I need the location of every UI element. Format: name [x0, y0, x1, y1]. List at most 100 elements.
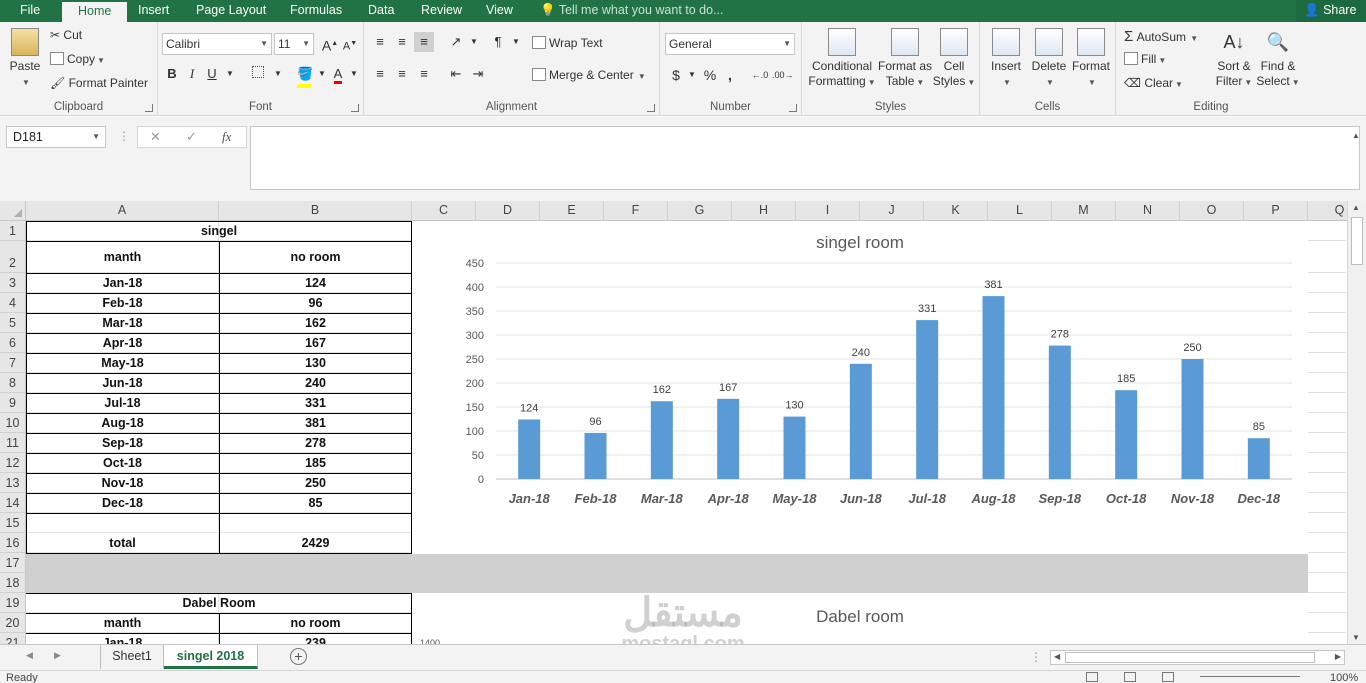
table2-cell-rooms[interactable]: 239 — [219, 633, 412, 644]
table1-title[interactable]: singel — [26, 221, 412, 241]
row-header-6[interactable]: 6 — [0, 333, 26, 353]
column-header-n[interactable]: N — [1116, 201, 1180, 221]
scroll-down-icon[interactable]: ▼ — [1352, 633, 1360, 642]
cell-styles-button[interactable]: Cell Styles ▼ — [932, 28, 976, 90]
tab-insert[interactable]: Insert — [138, 0, 169, 22]
paste-button[interactable]: Paste ▼ — [6, 28, 44, 90]
add-sheet-icon[interactable]: + — [290, 648, 307, 665]
currency-dropdown-icon[interactable]: ▼ — [682, 65, 702, 85]
tab-page-layout[interactable]: Page Layout — [196, 0, 266, 22]
sheet-tab-singel-2018[interactable]: singel 2018 — [164, 645, 258, 669]
increase-indent-icon[interactable]: ⇥ — [468, 64, 488, 84]
table1-cell-month[interactable]: Jan-18 — [26, 273, 219, 293]
table2-header-rooms[interactable]: no room — [219, 613, 412, 633]
row-header-10[interactable]: 10 — [0, 413, 26, 433]
find-select-button[interactable]: 🔍 Find & Select ▼ — [1256, 28, 1300, 90]
table1-cell-rooms[interactable]: 278 — [219, 433, 412, 453]
table1-cell-rooms[interactable]: 162 — [219, 313, 412, 333]
column-header-a[interactable]: A — [26, 201, 219, 221]
table1-cell-month[interactable]: May-18 — [26, 353, 219, 373]
worksheet-grid[interactable]: ABCDEFGHIJKLMNOPQ 1 2 3 4 5 6 7 8 9 10 11 12 13 14 15 1… — [0, 201, 1366, 644]
tab-review[interactable]: Review — [421, 0, 462, 22]
tab-data[interactable]: Data — [368, 0, 394, 22]
column-header-b[interactable]: B — [219, 201, 412, 221]
column-header-h[interactable]: H — [732, 201, 796, 221]
align-bottom-icon[interactable]: ≡ — [414, 32, 434, 52]
autosum-button[interactable]: Σ AutoSum ▼ — [1124, 28, 1198, 45]
table1-cell-month[interactable]: Jul-18 — [26, 393, 219, 413]
table1-cell-month[interactable]: Nov-18 — [26, 473, 219, 493]
table1-cell-month[interactable]: Oct-18 — [26, 453, 219, 473]
row-header-9[interactable]: 9 — [0, 393, 26, 413]
number-format-select[interactable]: General ▼ — [665, 33, 795, 55]
dabel-room-chart[interactable]: Dabel room 1400 — [412, 593, 1308, 644]
borders-icon[interactable] — [248, 64, 268, 84]
align-right-icon[interactable]: ≡ — [414, 64, 434, 84]
tab-file[interactable]: File — [20, 0, 40, 22]
singel-room-chart[interactable]: singel room 0 50 100 150 200 250 300 350 400 450 1… — [412, 221, 1308, 554]
column-header-p[interactable]: P — [1244, 201, 1308, 221]
table2-title[interactable]: Dabel Room — [26, 593, 412, 613]
row-header-1[interactable]: 1 — [0, 221, 26, 241]
row-header-18[interactable]: 18 — [0, 573, 26, 593]
comma-button[interactable]: , — [720, 65, 740, 85]
zoom-slider[interactable] — [1200, 676, 1300, 677]
orientation-icon[interactable]: ↗ — [446, 32, 466, 52]
tab-view[interactable]: View — [486, 0, 513, 22]
borders-dropdown-icon[interactable]: ▼ — [268, 64, 288, 84]
fill-color-icon[interactable]: 🪣 — [294, 64, 314, 88]
row-header-11[interactable]: 11 — [0, 433, 26, 453]
table2-header-month[interactable]: manth — [26, 613, 219, 633]
scroll-right-icon[interactable]: ▶ — [1335, 652, 1341, 661]
table1-cell-month[interactable]: Apr-18 — [26, 333, 219, 353]
insert-function-icon[interactable]: fx — [222, 129, 231, 145]
row-header-14[interactable]: 14 — [0, 493, 26, 513]
select-all-corner[interactable] — [0, 201, 26, 221]
resize-dots-icon[interactable]: ⋮ — [1030, 650, 1042, 664]
scroll-tabs-right-icon[interactable]: ▶ — [54, 650, 61, 661]
table1-cell-month[interactable]: Aug-18 — [26, 413, 219, 433]
paragraph-icon[interactable]: ¶ — [488, 32, 508, 52]
horizontal-scroll-thumb[interactable] — [1065, 652, 1315, 663]
scroll-up-icon[interactable]: ▲ — [1352, 203, 1360, 212]
format-as-table-button[interactable]: Format as Table ▼ — [878, 28, 932, 90]
table1-cell-rooms[interactable]: 331 — [219, 393, 412, 413]
zoom-level[interactable]: 100% — [1330, 672, 1358, 683]
table1-cell-month[interactable]: Sep-18 — [26, 433, 219, 453]
decrease-decimal-icon[interactable]: .00→ — [772, 65, 794, 85]
column-header-m[interactable]: M — [1052, 201, 1116, 221]
vertical-scroll-thumb[interactable] — [1351, 217, 1363, 265]
font-family-select[interactable]: Calibri ▼ — [162, 33, 272, 55]
column-header-f[interactable]: F — [604, 201, 668, 221]
alignment-launcher-icon[interactable] — [647, 104, 655, 112]
fill-button[interactable]: Fill ▼ — [1124, 52, 1166, 66]
formula-input[interactable] — [250, 126, 1360, 190]
row-header-16[interactable]: 16 — [0, 533, 26, 553]
percent-button[interactable]: % — [700, 65, 720, 85]
paragraph-dropdown-icon[interactable]: ▼ — [506, 32, 526, 52]
row-header-12[interactable]: 12 — [0, 453, 26, 473]
align-left-icon[interactable]: ≡ — [370, 64, 390, 84]
scroll-tabs-left-icon[interactable]: ◀ — [26, 650, 33, 661]
scroll-left-icon[interactable]: ◀ — [1054, 652, 1060, 661]
insert-cells-button[interactable]: Insert ▼ — [986, 28, 1026, 90]
column-header-k[interactable]: K — [924, 201, 988, 221]
column-header-i[interactable]: I — [796, 201, 860, 221]
clipboard-launcher-icon[interactable] — [145, 104, 153, 112]
table1-total-value[interactable]: 2429 — [219, 533, 412, 553]
decrease-indent-icon[interactable]: ⇤ — [446, 64, 466, 84]
row-header-19[interactable]: 19 — [0, 593, 26, 613]
column-header-c[interactable]: C — [412, 201, 476, 221]
table1-cell-rooms[interactable]: 381 — [219, 413, 412, 433]
clear-button[interactable]: ⌫ Clear ▼ — [1124, 76, 1183, 90]
format-painter-button[interactable]: 🖌 Format Painter — [50, 76, 148, 90]
sheet-tab-sheet1[interactable]: Sheet1 — [100, 645, 164, 669]
wrap-text-button[interactable]: Wrap Text — [532, 36, 603, 50]
cancel-icon[interactable]: ✕ — [150, 129, 161, 145]
vertical-scrollbar[interactable]: ▲ ▼ — [1347, 201, 1366, 644]
table1-cell-rooms[interactable]: 240 — [219, 373, 412, 393]
align-center-icon[interactable]: ≡ — [392, 64, 412, 84]
page-layout-view-icon[interactable] — [1124, 672, 1136, 682]
orientation-dropdown-icon[interactable]: ▼ — [464, 32, 484, 52]
row-header-3[interactable]: 3 — [0, 273, 26, 293]
